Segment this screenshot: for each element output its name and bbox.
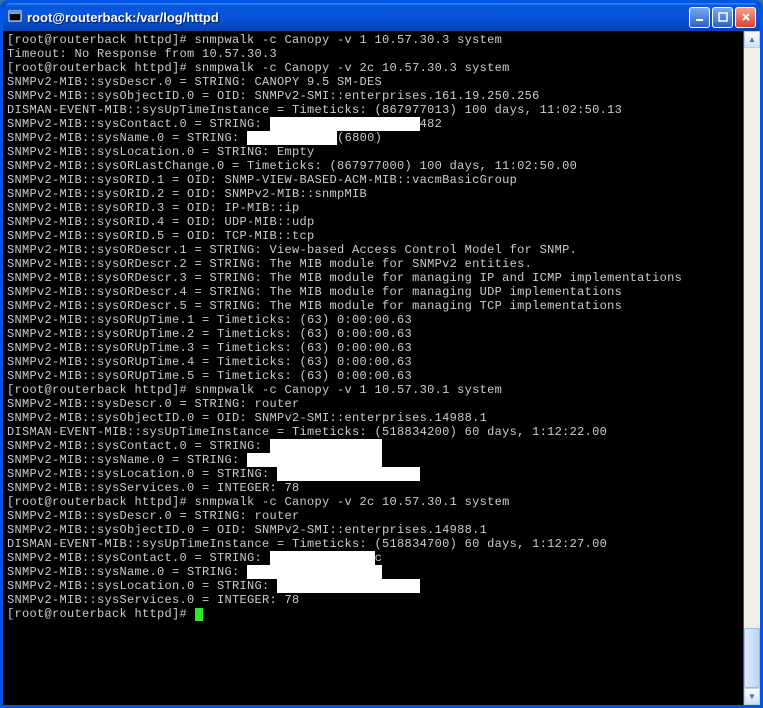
terminal-line: [root@routerback httpd]#	[7, 607, 739, 621]
terminal-line: SNMPv2-MIB::sysORID.3 = OID: IP-MIB::ip	[7, 201, 739, 215]
terminal-line: SNMPv2-MIB::sysORID.5 = OID: TCP-MIB::tc…	[7, 229, 739, 243]
terminal-line: SNMPv2-MIB::sysObjectID.0 = OID: SNMPv2-…	[7, 411, 739, 425]
terminal-line: SNMPv2-MIB::sysLocation.0 = STRING: Empt…	[7, 145, 739, 159]
terminal-line: SNMPv2-MIB::sysORUpTime.3 = Timeticks: (…	[7, 341, 739, 355]
cursor	[195, 608, 203, 621]
terminal-line: DISMAN-EVENT-MIB::sysUpTimeInstance = Ti…	[7, 103, 739, 117]
terminal-line: SNMPv2-MIB::sysORID.2 = OID: SNMPv2-MIB:…	[7, 187, 739, 201]
terminal-line: SNMPv2-MIB::sysORID.4 = OID: UDP-MIB::ud…	[7, 215, 739, 229]
terminal-line: SNMPv2-MIB::sysDescr.0 = STRING: CANOPY …	[7, 75, 739, 89]
terminal-line: SNMPv2-MIB::sysLocation.0 = STRING:	[7, 579, 739, 593]
terminal-line: [root@routerback httpd]# snmpwalk -c Can…	[7, 33, 739, 47]
close-button[interactable]	[735, 7, 756, 28]
maximize-button[interactable]	[712, 7, 733, 28]
terminal-line: [root@routerback httpd]# snmpwalk -c Can…	[7, 383, 739, 397]
terminal-line: SNMPv2-MIB::sysORUpTime.5 = Timeticks: (…	[7, 369, 739, 383]
window-controls	[689, 7, 756, 28]
terminal-line: DISMAN-EVENT-MIB::sysUpTimeInstance = Ti…	[7, 537, 739, 551]
redacted-text	[270, 439, 383, 453]
titlebar[interactable]: root@routerback:/var/log/httpd	[3, 3, 760, 31]
redacted-text	[247, 565, 382, 579]
terminal-area: [root@routerback httpd]# snmpwalk -c Can…	[3, 31, 760, 705]
terminal-window: root@routerback:/var/log/httpd [root@rou…	[0, 0, 763, 708]
terminal-line: SNMPv2-MIB::sysORUpTime.2 = Timeticks: (…	[7, 327, 739, 341]
terminal-line: SNMPv2-MIB::sysORDescr.5 = STRING: The M…	[7, 299, 739, 313]
terminal-line: SNMPv2-MIB::sysName.0 = STRING:	[7, 453, 739, 467]
redacted-text	[277, 579, 420, 593]
terminal-output[interactable]: [root@routerback httpd]# snmpwalk -c Can…	[3, 31, 743, 705]
redacted-text	[270, 117, 420, 131]
minimize-button[interactable]	[689, 7, 710, 28]
terminal-line: SNMPv2-MIB::sysName.0 = STRING:	[7, 565, 739, 579]
terminal-line: SNMPv2-MIB::sysORLastChange.0 = Timetick…	[7, 159, 739, 173]
terminal-line: SNMPv2-MIB::sysDescr.0 = STRING: router	[7, 509, 739, 523]
terminal-line: SNMPv2-MIB::sysContact.0 = STRING:	[7, 439, 739, 453]
terminal-line: SNMPv2-MIB::sysObjectID.0 = OID: SNMPv2-…	[7, 523, 739, 537]
scroll-track[interactable]	[744, 48, 760, 688]
window-title: root@routerback:/var/log/httpd	[27, 10, 689, 25]
terminal-line: SNMPv2-MIB::sysContact.0 = STRING: 482	[7, 117, 739, 131]
scroll-down-button[interactable]: ▼	[744, 688, 760, 705]
terminal-line: SNMPv2-MIB::sysORDescr.4 = STRING: The M…	[7, 285, 739, 299]
terminal-line: [root@routerback httpd]# snmpwalk -c Can…	[7, 495, 739, 509]
app-icon	[7, 9, 23, 25]
terminal-line: SNMPv2-MIB::sysORID.1 = OID: SNMP-VIEW-B…	[7, 173, 739, 187]
terminal-line: SNMPv2-MIB::sysDescr.0 = STRING: router	[7, 397, 739, 411]
terminal-line: SNMPv2-MIB::sysORUpTime.4 = Timeticks: (…	[7, 355, 739, 369]
terminal-line: SNMPv2-MIB::sysORUpTime.1 = Timeticks: (…	[7, 313, 739, 327]
scroll-thumb[interactable]	[744, 628, 760, 688]
scroll-up-button[interactable]: ▲	[744, 31, 760, 48]
redacted-text	[247, 453, 382, 467]
terminal-line: SNMPv2-MIB::sysName.0 = STRING: (6800)	[7, 131, 739, 145]
terminal-line: SNMPv2-MIB::sysContact.0 = STRING: c	[7, 551, 739, 565]
terminal-line: SNMPv2-MIB::sysObjectID.0 = OID: SNMPv2-…	[7, 89, 739, 103]
terminal-line: [root@routerback httpd]# snmpwalk -c Can…	[7, 61, 739, 75]
terminal-line: SNMPv2-MIB::sysLocation.0 = STRING:	[7, 467, 739, 481]
terminal-line: SNMPv2-MIB::sysORDescr.1 = STRING: View-…	[7, 243, 739, 257]
terminal-line: SNMPv2-MIB::sysServices.0 = INTEGER: 78	[7, 593, 739, 607]
terminal-line: SNMPv2-MIB::sysServices.0 = INTEGER: 78	[7, 481, 739, 495]
scrollbar[interactable]: ▲ ▼	[743, 31, 760, 705]
terminal-line: SNMPv2-MIB::sysORDescr.3 = STRING: The M…	[7, 271, 739, 285]
redacted-text	[277, 467, 420, 481]
terminal-line: DISMAN-EVENT-MIB::sysUpTimeInstance = Ti…	[7, 425, 739, 439]
redacted-text	[247, 131, 337, 145]
terminal-line: Timeout: No Response from 10.57.30.3	[7, 47, 739, 61]
redacted-text	[270, 551, 375, 565]
terminal-line: SNMPv2-MIB::sysORDescr.2 = STRING: The M…	[7, 257, 739, 271]
